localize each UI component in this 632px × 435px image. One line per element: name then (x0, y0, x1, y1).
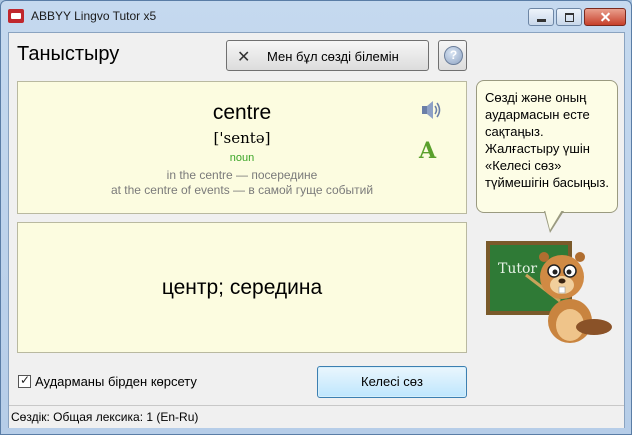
font-a-icon[interactable]: A (419, 138, 436, 164)
help-icon: ? (444, 46, 463, 65)
speaker-icon[interactable] (420, 100, 442, 120)
show-translation-label[interactable]: Аударманы бірден көрсету (35, 374, 197, 389)
i-know-this-word-button[interactable]: ✕ Мен бұл сөзді білемін (226, 40, 429, 71)
next-word-label: Келесі сөз (361, 374, 423, 389)
title-bar[interactable]: ABBYY Lingvo Tutor x5 (1, 1, 631, 31)
status-text: Сөздік: Общая лексика: 1 (En-Ru) (11, 410, 199, 424)
minimize-button[interactable] (528, 8, 554, 26)
main-panel: Таныстыру ✕ Мен бұл сөзді білемін ? cent… (8, 32, 625, 428)
part-of-speech: noun (229, 152, 255, 164)
page-title: Таныстыру (17, 43, 120, 65)
example-1: in the centre — посередине (166, 168, 318, 182)
close-window-button[interactable] (584, 8, 626, 26)
next-word-button[interactable]: Келесі сөз (317, 366, 467, 398)
translation-text: центр; середина (161, 276, 323, 299)
app-window: ABBYY Lingvo Tutor x5 Таныстыру ✕ Мен бұ… (0, 0, 632, 435)
maximize-button[interactable] (556, 8, 582, 26)
close-x-icon: ✕ (237, 49, 251, 66)
help-button[interactable]: ? (438, 40, 467, 71)
show-translation-checkbox[interactable] (18, 373, 31, 388)
i-know-button-label: Мен бұл сөзді білемін (267, 49, 399, 64)
window-title: ABBYY Lingvo Tutor x5 (31, 9, 157, 23)
hint-bubble: Сөзді және оның аудармасын есте сақтаңыз… (476, 80, 618, 213)
beaver-mascot: Tutor (486, 241, 612, 343)
example-2: at the centre of events — в самой гуще с… (110, 183, 374, 197)
translation-card: центр; середина (17, 222, 467, 353)
app-icon[interactable] (8, 9, 24, 23)
word-text: centre (212, 101, 272, 124)
board-text: Tutor (498, 261, 537, 277)
transcription: ['sentə] (213, 129, 271, 147)
status-bar: Сөздік: Общая лексика: 1 (En-Ru) (9, 405, 624, 428)
word-card: centre ['sentə] noun in the centre — пос… (17, 81, 467, 214)
bubble-tail-fill (545, 210, 562, 230)
